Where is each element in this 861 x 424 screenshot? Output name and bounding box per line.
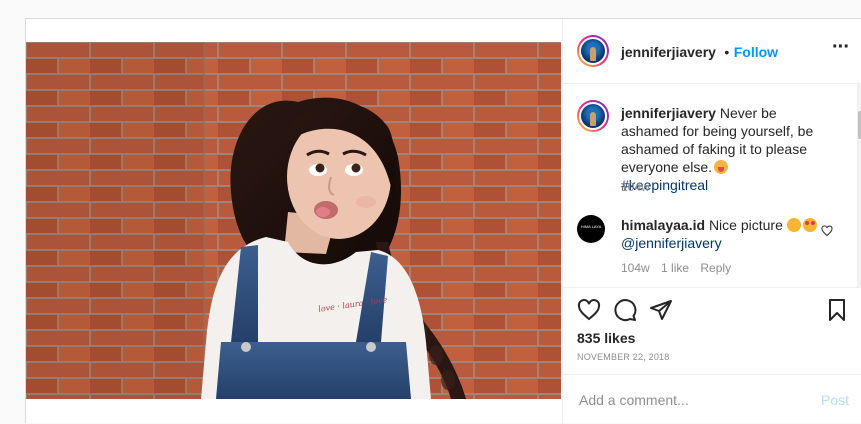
comment-text: Nice picture — [708, 217, 783, 233]
likes-count[interactable]: 835 likes — [577, 330, 635, 346]
comment-icon[interactable] — [613, 298, 637, 322]
comment-like-icon[interactable] — [821, 224, 833, 242]
heart-eyes-emoji — [802, 218, 817, 232]
instagram-post: love · laura · love jenniferjiavery • Fo… — [25, 18, 861, 424]
commenter-username[interactable]: himalayaa.id — [621, 217, 705, 233]
comment-likes[interactable]: 1 like — [661, 261, 689, 275]
caption-time: 104w — [621, 180, 650, 194]
mention-link[interactable]: @jenniferjiavery — [621, 235, 722, 251]
commenter-avatar-text: HIMA LAYA — [580, 224, 602, 229]
separator-dot: • — [724, 44, 730, 60]
smiling-face-emoji — [786, 218, 801, 232]
commenter-avatar[interactable]: HIMA LAYA — [577, 215, 605, 243]
post-photo[interactable]: love · laura · love — [26, 42, 561, 399]
tongue-emoji — [714, 160, 729, 174]
add-comment-input[interactable] — [577, 388, 801, 412]
comment-composer: Post — [563, 374, 861, 424]
bookmark-icon[interactable] — [825, 298, 849, 322]
caption-author-avatar[interactable] — [577, 100, 609, 132]
caption: jenniferjiavery Never be ashamed for bei… — [621, 104, 831, 194]
comment: himalayaa.id Nice picture @jenniferjiave… — [621, 216, 831, 252]
comment-time: 104w — [621, 261, 650, 275]
post-side-panel: jenniferjiavery • Follow ··· jenniferjia… — [562, 19, 861, 424]
author-username[interactable]: jenniferjiavery — [621, 44, 716, 60]
heart-icon[interactable] — [577, 298, 601, 322]
follow-button[interactable]: Follow — [734, 44, 778, 60]
reply-button[interactable]: Reply — [700, 261, 731, 275]
author-avatar[interactable] — [577, 35, 609, 67]
post-header: jenniferjiavery • Follow ··· — [563, 19, 861, 84]
post-date: NOVEMBER 22, 2018 — [577, 352, 670, 362]
share-icon[interactable] — [649, 298, 673, 322]
comments-list: jenniferjiavery Never be ashamed for bei… — [563, 84, 861, 287]
post-comment-button[interactable]: Post — [821, 392, 849, 408]
more-horizontal-icon[interactable]: ··· — [832, 37, 850, 57]
caption-username[interactable]: jenniferjiavery — [621, 105, 716, 121]
comment-meta: 104w 1 like Reply — [621, 261, 731, 275]
